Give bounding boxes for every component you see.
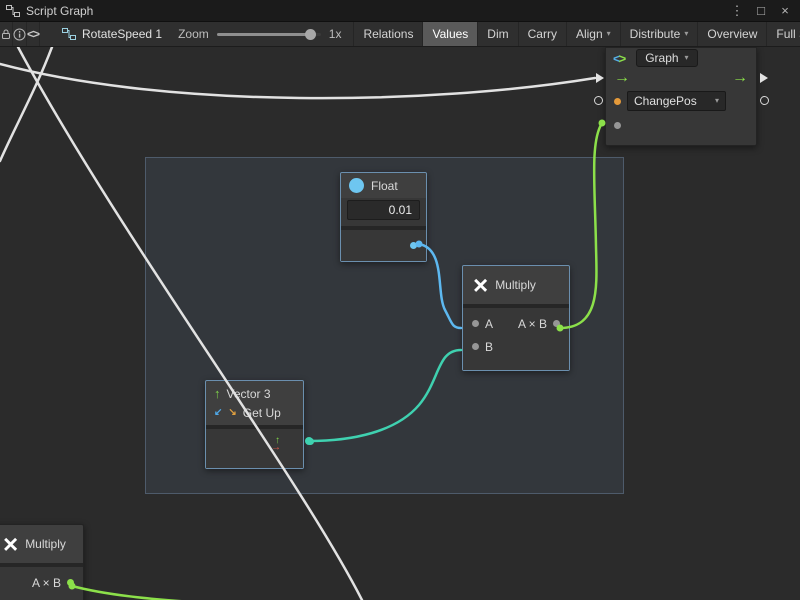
flow-in-arrow-icon[interactable]: → (614, 70, 630, 86)
lock-button[interactable] (0, 22, 13, 46)
float-output-port[interactable] (410, 242, 417, 249)
chevron-down-icon: ▾ (685, 54, 689, 62)
variable-kind-dropdown[interactable]: Graph ▾ (636, 49, 697, 67)
toolbar-buttons: Relations Values Dim Carry Align▾ Distri… (353, 22, 800, 46)
align-button[interactable]: Align▾ (566, 22, 620, 46)
chevron-down-icon: ▾ (607, 30, 611, 38)
multiply-node-header: × Multiply (463, 266, 569, 304)
flow-out-arrow-icon[interactable]: → (732, 70, 748, 86)
vector3-node-title: Vector 3 (227, 387, 271, 401)
value-input-port[interactable] (614, 122, 621, 129)
multiply-node-title: Multiply (495, 278, 536, 292)
float-node-header: Float (341, 173, 426, 198)
zoom-slider-handle[interactable] (305, 29, 316, 40)
visual-scripting-icon: <> (613, 51, 624, 66)
multiply-node[interactable]: × Multiply A A × B B (462, 265, 570, 371)
script-graph-window: Script Graph ⋮ □ × <> (0, 0, 800, 600)
distribute-button[interactable]: Distribute▾ (620, 22, 698, 46)
multiply-output-label: A × B (518, 317, 547, 331)
info-button[interactable] (13, 22, 27, 46)
script-graph-icon (6, 5, 20, 17)
get-up-icon-left: ↙ (214, 408, 222, 418)
close-icon[interactable]: × (776, 2, 794, 20)
float-node-title: Float (371, 179, 398, 193)
overview-button[interactable]: Overview (697, 22, 766, 46)
vector3-output-port[interactable] (307, 438, 314, 445)
fullscreen-button[interactable]: Full Screen (766, 22, 800, 46)
multiply-partial-body: A A × B (0, 567, 83, 600)
chevron-down-icon: ▾ (715, 97, 719, 105)
control-flow-row: → → (606, 68, 756, 88)
multiply-icon: × (3, 532, 18, 556)
graph-canvas[interactable]: Float 0.01 × Multiply A A (0, 47, 800, 600)
variable-name-port[interactable] (614, 98, 621, 105)
multiply-input-b-label: B (485, 340, 493, 354)
vector3-up-icon: ↑ (214, 387, 221, 400)
vector3-get-up-node[interactable]: ↑ Vector 3 ↙ ↘ Get Up ↑ → (205, 380, 304, 469)
multiply-output-port[interactable] (553, 320, 560, 327)
vector3-node-subtitle: Get Up (243, 406, 281, 420)
variable-name-row: ChangePos ▾ (606, 88, 756, 114)
multiply-partial-title: Multiply (25, 537, 66, 551)
multiply-node-body: A A × B B (463, 308, 569, 370)
window-title: Script Graph (26, 4, 93, 18)
multiply-partial-header: × Multiply (0, 525, 83, 563)
vector3-node-header: ↑ Vector 3 ↙ ↘ Get Up (206, 381, 303, 425)
code-view-button[interactable]: <> (27, 22, 40, 46)
multiply-input-a-port[interactable] (472, 320, 479, 327)
menu-icon[interactable]: ⋮ (728, 2, 746, 20)
zoom-group: Zoom 1x (178, 22, 341, 46)
graph-asset-icon (62, 28, 76, 40)
control-input-port[interactable] (596, 73, 604, 83)
control-wire-left (0, 47, 52, 161)
float-node-body (341, 230, 426, 261)
float-value-input[interactable]: 0.01 (347, 200, 420, 220)
set-variable-node[interactable]: <> Graph ▾ → → ChangePos ▾ (605, 47, 757, 146)
multiply-partial-output-port[interactable] (67, 579, 74, 586)
lock-icon (0, 28, 12, 40)
control-output-port[interactable] (760, 73, 768, 83)
dim-button[interactable]: Dim (477, 22, 517, 46)
zoom-label: Zoom (178, 27, 209, 41)
get-up-icon-right: ↘ (228, 408, 236, 418)
variable-name-dropdown[interactable]: ChangePos ▾ (627, 91, 726, 111)
float-node[interactable]: Float 0.01 (340, 172, 427, 262)
multiply-input-a-label: A (485, 317, 493, 331)
float-type-icon (349, 178, 364, 193)
multiply-node-partial[interactable]: × Multiply A A × B (0, 524, 84, 600)
titlebar: Script Graph ⋮ □ × (0, 0, 800, 21)
graph-breadcrumb[interactable]: RotateSpeed 1 (62, 22, 162, 46)
wire-partial-multiply-out (72, 586, 207, 600)
relations-button[interactable]: Relations (353, 22, 422, 46)
control-wire-to-set-variable (0, 64, 595, 98)
graph-name: RotateSpeed 1 (82, 27, 162, 41)
values-button[interactable]: Values (422, 22, 477, 46)
multiply-input-b-port[interactable] (472, 343, 479, 350)
variable-kind-row: <> Graph ▾ (606, 48, 756, 68)
maximize-icon[interactable]: □ (752, 2, 770, 20)
graph-toolbar: <> RotateSpeed 1 Zoom 1x Relations Value… (0, 21, 800, 47)
multiply-partial-out-label: A × B (32, 576, 61, 590)
vector3-node-body: ↑ → (206, 429, 303, 468)
info-icon (13, 28, 26, 41)
zoom-value: 1x (329, 27, 342, 41)
value-input-row (606, 114, 756, 136)
chevron-down-icon: ▾ (684, 30, 688, 38)
vector3-axes-icon: ↑ → (270, 437, 285, 452)
unconnected-port-right[interactable] (760, 96, 769, 105)
zoom-slider-fill (217, 33, 311, 36)
multiply-icon: × (473, 273, 488, 297)
code-icon: <> (27, 27, 39, 41)
carry-button[interactable]: Carry (518, 22, 566, 46)
unconnected-port-left[interactable] (594, 96, 603, 105)
zoom-slider[interactable] (217, 33, 321, 36)
